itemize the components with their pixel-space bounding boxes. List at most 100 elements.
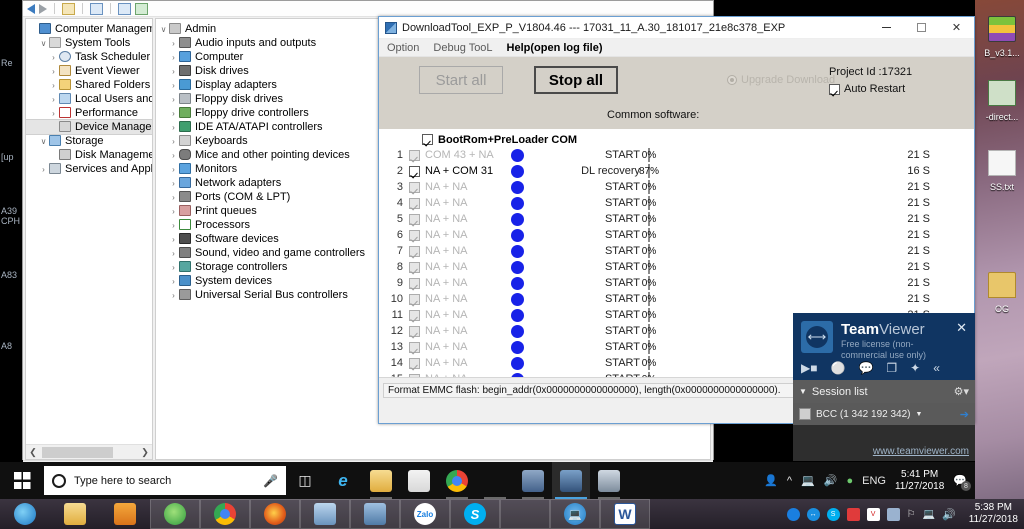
teamviewer-icon[interactable]: ↔ <box>500 499 550 529</box>
back-icon[interactable] <box>27 3 35 14</box>
window-controls[interactable]: ✕ <box>869 17 974 39</box>
console-tree-pane[interactable]: Computer Management (Local ∨ System Tools… <box>25 18 153 460</box>
flag-tray-icon[interactable]: ⚐ <box>907 509 916 520</box>
row-checkbox[interactable] <box>403 197 425 209</box>
sidebar-item-services-and-applications[interactable]: › Services and Applications <box>26 162 152 176</box>
collapse-icon[interactable]: « <box>933 361 940 375</box>
skype-icon[interactable]: S <box>450 499 500 529</box>
table-row[interactable]: 4 NA + NA START0% 21 S <box>379 195 974 211</box>
radio-icon[interactable] <box>727 75 737 85</box>
chat-icon[interactable]: 💬 <box>858 361 873 375</box>
desktop-icon-winrar[interactable]: B_v3.1... <box>976 16 1024 61</box>
language-indicator[interactable]: ENG <box>862 475 886 487</box>
shield-tray-icon[interactable] <box>846 507 860 521</box>
file-explorer-icon[interactable] <box>50 499 100 529</box>
expander-icon[interactable]: › <box>168 151 179 160</box>
expander-icon[interactable]: ∨ <box>38 39 49 48</box>
sidebar-item-performance[interactable]: › Performance <box>26 106 152 120</box>
checkbox-icon[interactable] <box>408 325 420 337</box>
expander-icon[interactable]: › <box>168 249 179 258</box>
host-system-tray[interactable]: ↔ S V ⚐ 💻 🔊 5:38 PM 11/27/2018 <box>786 502 1024 526</box>
zalo-tray-icon[interactable] <box>786 507 800 521</box>
firefox-icon[interactable] <box>250 499 300 529</box>
console-tree[interactable]: Computer Management (Local ∨ System Tools… <box>26 19 152 176</box>
table-row[interactable]: 9 NA + NA START0% 21 S <box>379 275 974 291</box>
row-checkbox[interactable] <box>403 149 425 161</box>
teamviewer-toolbar[interactable]: ▶■ ⚪ 💬 ❐ ✦ « <box>801 361 940 375</box>
expander-icon[interactable]: › <box>168 235 179 244</box>
teamviewer-icon[interactable]: ↔ <box>476 462 514 499</box>
teamviewer-panel[interactable]: ⟷ TeamViewer Free license (non-commercia… <box>793 313 975 461</box>
notification-center-icon[interactable]: 💬 8 <box>953 474 971 491</box>
forward-icon[interactable] <box>39 3 47 14</box>
expander-icon[interactable]: › <box>168 263 179 272</box>
desktop-icon-folder[interactable]: OG <box>976 272 1024 317</box>
teamviewer-tray-icon[interactable]: ↔ <box>806 507 820 521</box>
volume-tray-icon[interactable]: 🔊 <box>942 508 956 521</box>
maximize-button[interactable] <box>904 17 939 39</box>
remote-monitor-icon[interactable]: 💻 <box>550 499 600 529</box>
video-icon[interactable]: ▶■ <box>801 361 817 375</box>
network-icon[interactable]: 💻 <box>801 474 815 487</box>
map-tray-icon[interactable] <box>886 507 900 521</box>
system-tray[interactable]: 👤 ^ 💻 🔊 ● ENG 5:41 PM 11/27/2018 💬 8 <box>764 469 975 493</box>
stop-all-button[interactable]: Stop all <box>534 66 618 94</box>
table-row[interactable]: 6 NA + NA START0% 21 S <box>379 227 974 243</box>
table-row[interactable]: 3 NA + NA START0% 21 S <box>379 179 974 195</box>
menu-help-open-log-file[interactable]: Help(open log file) <box>507 42 603 54</box>
checkbox-icon[interactable] <box>408 357 420 369</box>
row-checkbox[interactable] <box>403 357 425 369</box>
expander-icon[interactable]: › <box>168 39 179 48</box>
checkbox-icon[interactable] <box>408 245 420 257</box>
show-console-tree-icon[interactable] <box>90 2 103 15</box>
expander-icon[interactable]: › <box>168 67 179 76</box>
people-icon[interactable]: 👤 <box>764 474 778 487</box>
scroll-thumb[interactable] <box>42 446 113 458</box>
desktop-icon-redirect[interactable]: -direct... <box>976 80 1024 125</box>
expander-icon[interactable]: › <box>168 123 179 132</box>
help-icon[interactable] <box>118 2 131 15</box>
sidebar-item-device-manager[interactable]: Device Manager <box>26 119 152 135</box>
green-disc-icon[interactable] <box>150 499 200 529</box>
checkbox-icon[interactable] <box>829 83 840 95</box>
row-checkbox[interactable] <box>403 341 425 353</box>
auto-restart-checkbox[interactable]: Auto Restart <box>829 83 905 95</box>
scroll-right-icon[interactable]: ❯ <box>138 447 152 458</box>
brush-icon[interactable]: ✦ <box>910 361 920 375</box>
computer-management-toolbar[interactable] <box>23 1 713 17</box>
search-input[interactable]: Type here to search 🎤 <box>44 466 286 495</box>
word-icon[interactable]: W <box>600 499 650 529</box>
scroll-track[interactable] <box>40 445 138 459</box>
file-explorer-icon[interactable] <box>362 462 400 499</box>
row-checkbox[interactable] <box>403 165 425 177</box>
checkbox-icon[interactable] <box>408 165 420 177</box>
sidebar-item-disk-management[interactable]: Disk Management <box>26 148 152 162</box>
sidebar-item-system-tools[interactable]: ∨ System Tools <box>26 36 152 50</box>
copy-icon[interactable]: ❐ <box>886 361 897 375</box>
close-button[interactable]: ✕ <box>939 17 974 39</box>
checkbox-icon[interactable] <box>408 149 420 161</box>
bootrom-preloader-com-checkbox[interactable]: BootRom+PreLoader COM <box>379 132 974 147</box>
clock[interactable]: 5:41 PM 11/27/2018 <box>895 469 944 493</box>
show-hidden-icons-chevron[interactable]: ^ <box>787 475 792 487</box>
row-checkbox[interactable] <box>403 181 425 193</box>
antivirus-icon[interactable]: ● <box>846 475 853 487</box>
table-row[interactable]: 7 NA + NA START0% 21 S <box>379 243 974 259</box>
session-list-item[interactable]: BCC (1 342 192 342) ▼ ➔ <box>793 403 975 425</box>
edge-icon[interactable]: e <box>324 462 362 499</box>
remote-desktop-icon[interactable] <box>300 499 350 529</box>
host-taskbar[interactable]: Zalo S ↔ 💻 W ↔ S V ⚐ 💻 🔊 5:38 PM 11/27/2… <box>0 499 1024 529</box>
row-checkbox[interactable] <box>403 261 425 273</box>
teamviewer-url-link[interactable]: www.teamviewer.com <box>873 446 969 457</box>
inner-taskbar[interactable]: Type here to search 🎤 ◫ e ↔ 👤 ^ 💻 🔊 ● EN… <box>0 462 975 499</box>
row-checkbox[interactable] <box>403 309 425 321</box>
expander-icon[interactable]: › <box>168 53 179 62</box>
row-checkbox[interactable] <box>403 229 425 241</box>
task-view-icon[interactable]: ◫ <box>286 462 324 499</box>
expander-icon[interactable]: › <box>168 109 179 118</box>
teamviewer-close-icon[interactable]: ✕ <box>956 320 967 336</box>
expander-icon[interactable]: › <box>168 291 179 300</box>
expander-icon[interactable]: › <box>168 193 179 202</box>
printer-icon[interactable] <box>590 462 628 499</box>
expander-icon[interactable]: › <box>48 95 59 104</box>
